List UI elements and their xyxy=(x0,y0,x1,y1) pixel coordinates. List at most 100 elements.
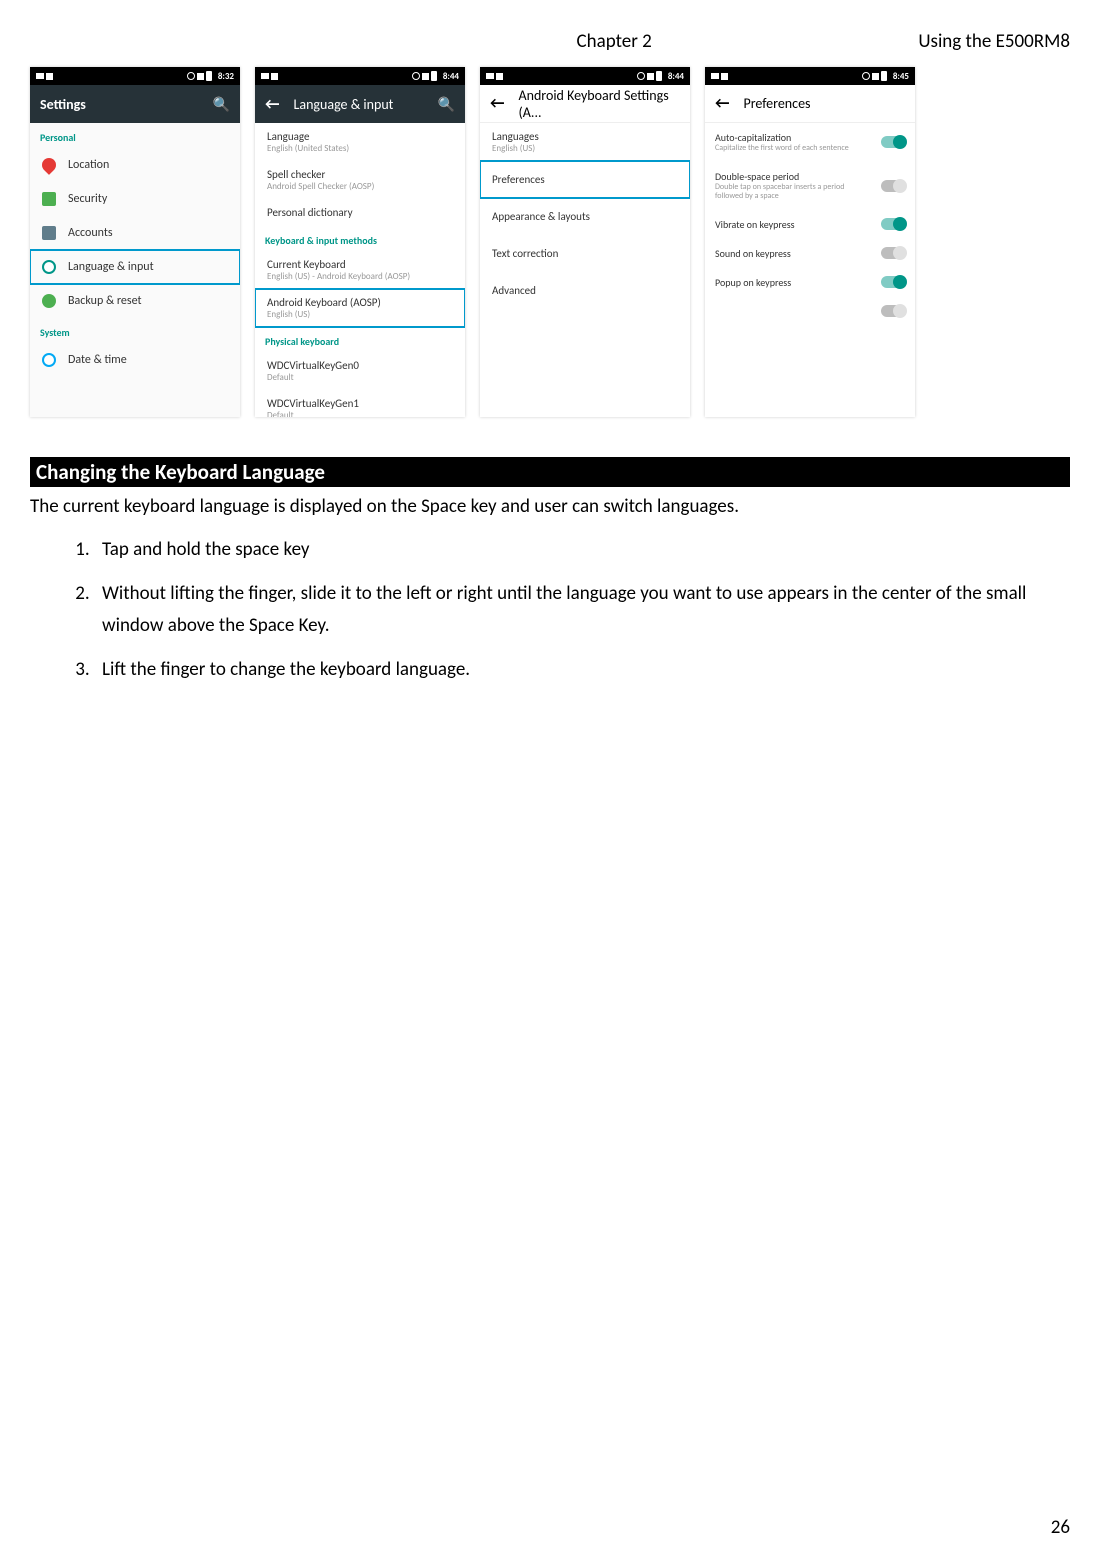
row-text-correction[interactable]: Text correction xyxy=(480,235,690,272)
row-virtual-key1[interactable]: WDCVirtualKeyGen1Default xyxy=(255,390,465,417)
settings-row-security[interactable]: Security xyxy=(30,182,240,216)
battery-icon xyxy=(431,71,437,81)
pref-auto-cap[interactable]: Auto-capitalizationCapitalize the first … xyxy=(705,123,915,162)
preferences-list: Auto-capitalizationCapitalize the first … xyxy=(705,123,915,417)
alarm-icon xyxy=(187,72,195,80)
alarm-icon xyxy=(412,72,420,80)
category-keyboard: Keyboard & input methods xyxy=(255,226,465,251)
settings-row-accounts[interactable]: Accounts xyxy=(30,216,240,250)
screenshot-keyboard-settings: 8:44 ← Android Keyboard Settings (A... L… xyxy=(480,67,690,417)
person-icon xyxy=(42,226,56,240)
pref-disabled-1 xyxy=(705,297,915,326)
row-advanced[interactable]: Advanced xyxy=(480,272,690,309)
search-icon[interactable]: 🔍 xyxy=(213,96,230,113)
toggle-auto-cap[interactable] xyxy=(881,136,905,148)
chapter-label: Chapter 2 xyxy=(310,30,918,53)
battery-icon xyxy=(206,71,212,81)
lock-icon xyxy=(42,192,56,206)
app-bar: Settings 🔍 xyxy=(30,85,240,123)
toggle-vibrate[interactable] xyxy=(881,218,905,230)
toggle-popup[interactable] xyxy=(881,276,905,288)
screenshot-language-input: 8:44 ← Language & input 🔍 LanguageEnglis… xyxy=(255,67,465,417)
settings-row-backup[interactable]: Backup & reset xyxy=(30,284,240,318)
settings-list: LanguagesEnglish (US) Preferences Appear… xyxy=(480,123,690,417)
step-3: Lift the finger to change the keyboard l… xyxy=(94,654,1070,686)
signal-icon xyxy=(197,73,204,80)
page-header: Chapter 2 Using the E500RM8 xyxy=(30,30,1070,53)
back-icon[interactable]: ← xyxy=(265,95,279,114)
settings-row-location[interactable]: Location xyxy=(30,148,240,182)
row-current-keyboard[interactable]: Current KeyboardEnglish (US) - Android K… xyxy=(255,251,465,289)
settings-row-language[interactable]: Language & input xyxy=(30,250,240,284)
notif-icon xyxy=(486,73,494,79)
notif-icon xyxy=(46,73,53,80)
step-2: Without lifting the finger, slide it to … xyxy=(94,578,1070,643)
settings-row-datetime[interactable]: Date & time xyxy=(30,343,240,377)
alarm-icon xyxy=(637,72,645,80)
row-virtual-key0[interactable]: WDCVirtualKeyGen0Default xyxy=(255,352,465,390)
toggle-disabled xyxy=(881,305,905,317)
header-title: Using the E500RM8 xyxy=(918,30,1070,53)
pref-double-space[interactable]: Double-space periodDouble tap on spaceba… xyxy=(705,162,915,210)
location-icon xyxy=(39,155,59,175)
screenshot-settings: 8:32 Settings 🔍 Personal Location Securi… xyxy=(30,67,240,417)
status-bar: 8:44 xyxy=(480,67,690,85)
row-appearance[interactable]: Appearance & layouts xyxy=(480,198,690,235)
app-bar: ← Preferences xyxy=(705,85,915,123)
battery-icon xyxy=(656,71,662,81)
category-physical: Physical keyboard xyxy=(255,327,465,352)
back-icon[interactable]: ← xyxy=(715,94,729,113)
step-1: Tap and hold the space key xyxy=(94,534,1070,566)
notif-icon xyxy=(721,73,728,80)
app-title: Preferences xyxy=(743,95,905,112)
search-icon[interactable]: 🔍 xyxy=(438,96,455,113)
signal-icon xyxy=(422,73,429,80)
app-title: Language & input xyxy=(293,96,423,113)
clock: 8:44 xyxy=(443,71,459,82)
toggle-double-space[interactable] xyxy=(881,180,905,192)
row-languages[interactable]: LanguagesEnglish (US) xyxy=(480,123,690,161)
alarm-icon xyxy=(862,72,870,80)
notif-icon xyxy=(271,73,278,80)
body-text: The current keyboard language is display… xyxy=(30,493,1070,522)
settings-list: LanguageEnglish (United States) Spell ch… xyxy=(255,123,465,417)
notif-icon xyxy=(36,73,44,79)
row-language[interactable]: LanguageEnglish (United States) xyxy=(255,123,465,161)
pref-vibrate[interactable]: Vibrate on keypress xyxy=(705,210,915,239)
row-android-keyboard[interactable]: Android Keyboard (AOSP)English (US) xyxy=(255,289,465,327)
signal-icon xyxy=(872,73,879,80)
clock-icon xyxy=(42,353,56,367)
steps-list: Tap and hold the space key Without lifti… xyxy=(94,534,1070,687)
cloud-icon xyxy=(42,294,56,308)
notif-icon xyxy=(711,73,719,79)
category-system: System xyxy=(30,318,240,343)
category-personal: Personal xyxy=(30,123,240,148)
status-bar: 8:32 xyxy=(30,67,240,85)
app-bar: ← Android Keyboard Settings (A... xyxy=(480,85,690,123)
row-dictionary[interactable]: Personal dictionary xyxy=(255,199,465,226)
screenshot-row: 8:32 Settings 🔍 Personal Location Securi… xyxy=(30,67,1070,417)
battery-icon xyxy=(881,71,887,81)
toggle-sound[interactable] xyxy=(881,247,905,259)
clock: 8:45 xyxy=(893,71,909,82)
status-bar: 8:44 xyxy=(255,67,465,85)
status-bar: 8:45 xyxy=(705,67,915,85)
pref-sound[interactable]: Sound on keypress xyxy=(705,239,915,268)
clock: 8:32 xyxy=(218,71,234,82)
screenshot-preferences: 8:45 ← Preferences Auto-capitalizationCa… xyxy=(705,67,915,417)
pref-popup[interactable]: Popup on keypress xyxy=(705,268,915,297)
section-heading: Changing the Keyboard Language xyxy=(30,457,1070,487)
notif-icon xyxy=(496,73,503,80)
app-title: Android Keyboard Settings (A... xyxy=(518,87,680,121)
app-bar: ← Language & input 🔍 xyxy=(255,85,465,123)
page-number: 26 xyxy=(1051,1516,1070,1539)
clock: 8:44 xyxy=(668,71,684,82)
notif-icon xyxy=(261,73,269,79)
row-spellchecker[interactable]: Spell checkerAndroid Spell Checker (AOSP… xyxy=(255,161,465,199)
signal-icon xyxy=(647,73,654,80)
settings-list: Personal Location Security Accounts Lang… xyxy=(30,123,240,417)
globe-icon xyxy=(42,260,56,274)
back-icon[interactable]: ← xyxy=(490,94,504,113)
app-title: Settings xyxy=(40,96,199,113)
row-preferences[interactable]: Preferences xyxy=(480,161,690,198)
